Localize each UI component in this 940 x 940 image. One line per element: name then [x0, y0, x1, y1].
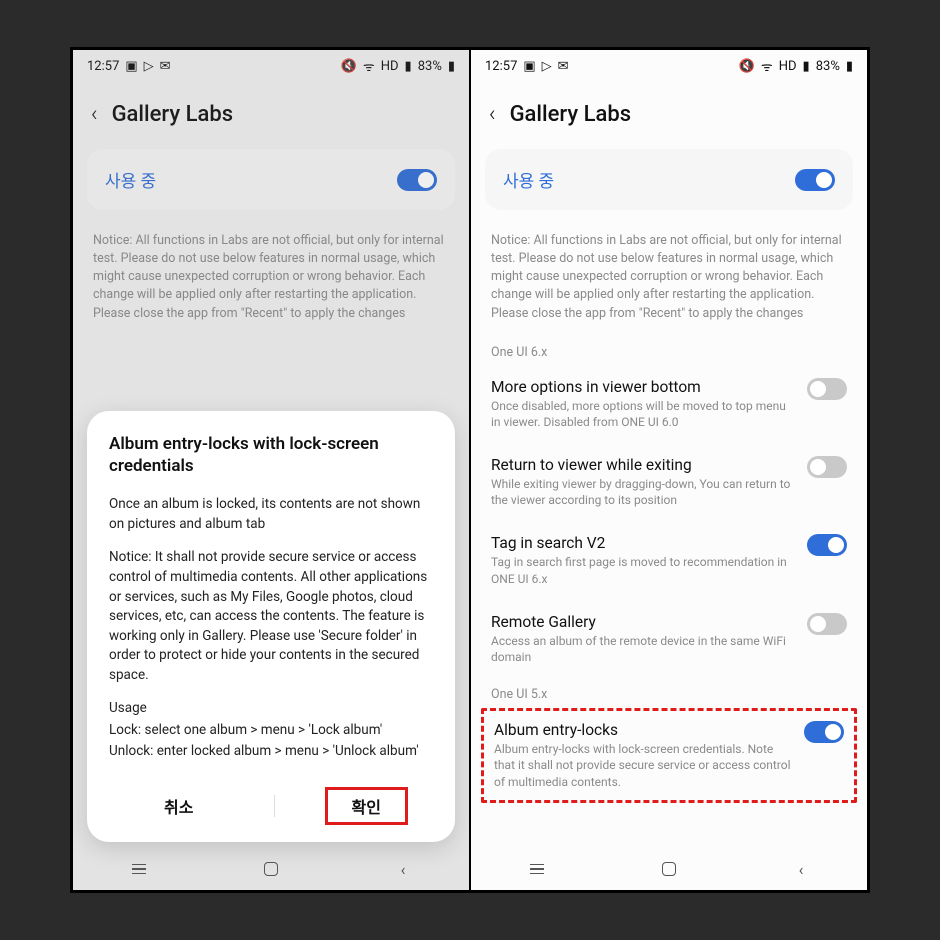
setting-remote-gallery[interactable]: Remote Gallery Access an album of the re…	[471, 601, 867, 679]
back-button[interactable]: ‹	[790, 860, 812, 879]
battery-icon: ▮	[846, 59, 853, 74]
play-icon: ▷	[542, 59, 552, 74]
back-icon[interactable]: ‹	[489, 102, 496, 127]
setting-sub: Access an album of the remote device in …	[491, 633, 797, 665]
in-use-label: 사용 중	[105, 167, 156, 192]
home-button[interactable]	[260, 862, 282, 876]
setting-title: Return to viewer while exiting	[491, 456, 797, 474]
page-header: ‹ Gallery Labs	[471, 82, 867, 145]
recents-button[interactable]	[128, 864, 150, 875]
nav-bar: ‹	[471, 854, 867, 884]
in-use-label: 사용 중	[503, 167, 554, 192]
battery-text: 83%	[816, 59, 840, 74]
dialog-usage-unlock: Unlock: enter locked album > menu > 'Unl…	[109, 742, 433, 762]
signal-icon: ▮	[803, 59, 810, 74]
in-use-card: 사용 중	[485, 149, 853, 210]
status-bar: 12:57 ▣ ▷ ✉ 🔇 ᯤ HD ▮ 83% ▮	[471, 50, 867, 82]
section-oneui5: One UI 5.x	[471, 679, 867, 708]
chat-icon: ✉	[160, 59, 171, 74]
mute-icon: 🔇	[341, 59, 357, 74]
phone-right: 12:57 ▣ ▷ ✉ 🔇 ᯤ HD ▮ 83% ▮ ‹ Gallery Lab…	[470, 50, 867, 890]
battery-text: 83%	[418, 59, 442, 74]
album-entry-locks-dialog: Album entry-locks with lock-screen crede…	[87, 411, 455, 842]
setting-title: More options in viewer bottom	[491, 378, 797, 396]
battery-icon: ▮	[448, 59, 455, 74]
dialog-divider	[274, 795, 275, 817]
recents-button[interactable]	[526, 864, 548, 875]
in-use-card: 사용 중	[87, 149, 455, 210]
dialog-body: Once an album is locked, its contents ar…	[109, 495, 433, 762]
labs-notice: Notice: All functions in Labs are not of…	[471, 222, 867, 337]
dialog-title: Album entry-locks with lock-screen crede…	[109, 433, 433, 477]
setting-more-options[interactable]: More options in viewer bottom Once disab…	[471, 366, 867, 444]
phone-left: 12:57 ▣ ▷ ✉ 🔇 ᯤ HD ▮ 83% ▮ ‹ Gallery Lab…	[73, 50, 470, 890]
nav-bar: ‹	[73, 854, 469, 884]
status-bar: 12:57 ▣ ▷ ✉ 🔇 ᯤ HD ▮ 83% ▮	[73, 50, 469, 82]
hd-icon: HD	[779, 59, 797, 74]
section-oneui6: One UI 6.x	[471, 337, 867, 366]
signal-icon: ▮	[405, 59, 412, 74]
dialog-usage-label: Usage	[109, 699, 433, 719]
album-entry-locks-highlight: Album entry-locks Album entry-locks with…	[481, 708, 857, 803]
setting-toggle[interactable]	[807, 613, 847, 635]
mute-icon: 🔇	[739, 59, 755, 74]
page-header: ‹ Gallery Labs	[73, 82, 469, 145]
labs-notice: Notice: All functions in Labs are not of…	[73, 222, 469, 337]
image-icon: ▣	[125, 59, 137, 74]
setting-toggle[interactable]	[804, 721, 844, 743]
image-icon: ▣	[523, 59, 535, 74]
play-icon: ▷	[144, 59, 154, 74]
dialog-usage-lock: Lock: select one album > menu > 'Lock al…	[109, 721, 433, 741]
page-title: Gallery Labs	[510, 102, 631, 127]
wifi-icon: ᯤ	[761, 57, 773, 75]
status-time: 12:57	[87, 59, 119, 74]
setting-tag-search[interactable]: Tag in search V2 Tag in search first pag…	[471, 522, 867, 600]
confirm-button[interactable]: 확인	[352, 798, 381, 817]
page-title: Gallery Labs	[112, 102, 233, 127]
dialog-paragraph-1: Once an album is locked, its contents ar…	[109, 495, 433, 534]
setting-sub: Album entry-locks with lock-screen crede…	[494, 741, 794, 790]
confirm-button-highlight: 확인	[325, 787, 408, 825]
setting-title: Tag in search V2	[491, 534, 797, 552]
setting-title: Album entry-locks	[494, 721, 794, 739]
cancel-button[interactable]: 취소	[134, 786, 223, 826]
home-button[interactable]	[658, 862, 680, 876]
setting-title: Remote Gallery	[491, 613, 797, 631]
wifi-icon: ᯤ	[363, 57, 375, 75]
status-time: 12:57	[485, 59, 517, 74]
setting-toggle[interactable]	[807, 534, 847, 556]
setting-toggle[interactable]	[807, 378, 847, 400]
back-icon[interactable]: ‹	[91, 102, 98, 127]
hd-icon: HD	[381, 59, 399, 74]
in-use-toggle[interactable]	[397, 169, 437, 191]
setting-sub: Once disabled, more options will be move…	[491, 398, 797, 430]
setting-album-entry-locks[interactable]: Album entry-locks Album entry-locks with…	[484, 713, 854, 798]
chat-icon: ✉	[558, 59, 569, 74]
dialog-paragraph-2: Notice: It shall not provide secure serv…	[109, 548, 433, 685]
setting-toggle[interactable]	[807, 456, 847, 478]
in-use-toggle[interactable]	[795, 169, 835, 191]
setting-sub: Tag in search first page is moved to rec…	[491, 554, 797, 586]
setting-sub: While exiting viewer by dragging-down, Y…	[491, 476, 797, 508]
back-button[interactable]: ‹	[392, 860, 414, 879]
setting-return-viewer[interactable]: Return to viewer while exiting While exi…	[471, 444, 867, 522]
